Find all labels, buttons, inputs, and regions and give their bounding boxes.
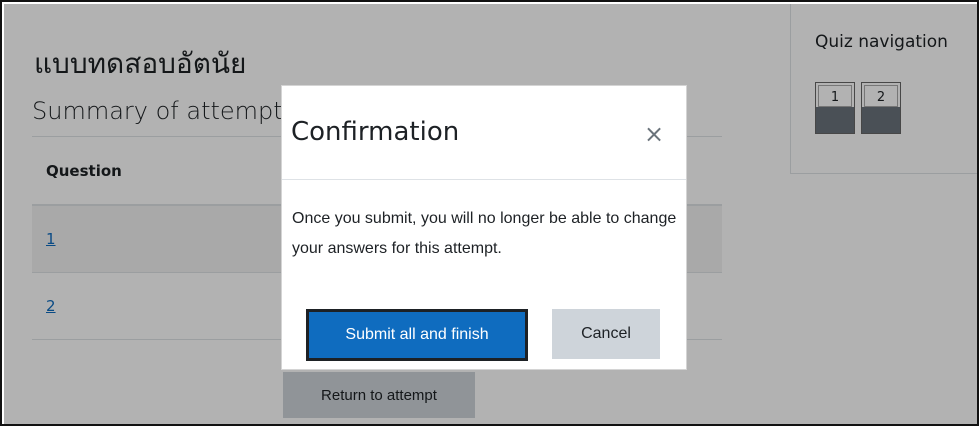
submit-all-and-finish-button[interactable]: Submit all and finish	[306, 309, 528, 361]
modal-body-text: Once you submit, you will no longer be a…	[292, 210, 677, 257]
modal-header: Confirmation ×	[282, 86, 686, 180]
close-icon[interactable]: ×	[642, 122, 666, 146]
cancel-button[interactable]: Cancel	[552, 309, 660, 359]
screenshot-frame: แบบทดสอบอัตนัย Summary of attempt Questi…	[0, 0, 979, 426]
modal-title: Confirmation	[291, 117, 460, 147]
confirmation-dialog: Confirmation × Once you submit, you will…	[281, 85, 687, 370]
